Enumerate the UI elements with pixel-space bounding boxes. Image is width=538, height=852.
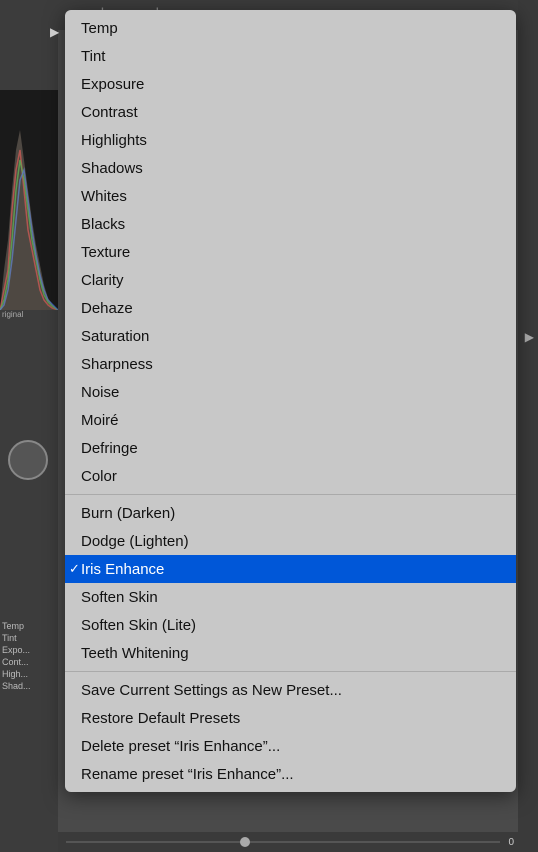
menu-item-whites[interactable]: Whites [65,182,516,210]
menu-item-sharpness[interactable]: Sharpness [65,350,516,378]
menu-item-exposure[interactable]: Exposure [65,70,516,98]
menu-item-save-preset[interactable]: Save Current Settings as New Preset... [65,676,516,704]
menu-item-restore-defaults[interactable]: Restore Default Presets [65,704,516,732]
slider-value: 0 [508,837,514,848]
left-sidebar: riginal ▶ [0,0,58,852]
menu-section-adjustments: Temp Tint Exposure Contrast Highlights S… [65,10,516,494]
dropdown-menu: Temp Tint Exposure Contrast Highlights S… [65,10,516,792]
label-shadows: Shad... [2,680,58,692]
menu-item-color[interactable]: Color [65,462,516,490]
circle-tool-icon[interactable] [8,440,48,480]
menu-item-soften-skin-lite[interactable]: Soften Skin (Lite) [65,611,516,639]
label-temp: Temp [2,620,58,632]
menu-item-temp[interactable]: Temp [65,14,516,42]
menu-item-contrast[interactable]: Contrast [65,98,516,126]
menu-section-presets: Burn (Darken) Dodge (Lighten) ✓ Iris Enh… [65,494,516,671]
menu-item-iris-enhance[interactable]: ✓ Iris Enhance [65,555,516,583]
menu-item-highlights[interactable]: Highlights [65,126,516,154]
original-label: riginal [2,310,23,319]
menu-item-soften-skin[interactable]: Soften Skin [65,583,516,611]
bottom-slider-bar: 0 [58,832,518,852]
menu-item-burn-darken[interactable]: Burn (Darken) [65,499,516,527]
menu-item-texture[interactable]: Texture [65,238,516,266]
menu-item-shadows[interactable]: Shadows [65,154,516,182]
sidebar-arrow: ▶ [50,25,66,41]
menu-section-preset-management: Save Current Settings as New Preset... R… [65,671,516,792]
menu-item-teeth-whitening[interactable]: Teeth Whitening [65,639,516,667]
menu-item-clarity[interactable]: Clarity [65,266,516,294]
menu-item-tint[interactable]: Tint [65,42,516,70]
slider-thumb[interactable] [240,837,250,847]
label-exposure: Expo... [2,644,58,656]
histogram [0,90,58,310]
checkmark-icon: ✓ [69,561,80,577]
menu-item-delete-preset[interactable]: Delete preset “Iris Enhance”... [65,732,516,760]
right-arrow-icon[interactable]: ▶ [525,330,534,344]
menu-item-blacks[interactable]: Blacks [65,210,516,238]
label-tint: Tint [2,632,58,644]
menu-item-rename-preset[interactable]: Rename preset “Iris Enhance”... [65,760,516,788]
menu-item-saturation[interactable]: Saturation [65,322,516,350]
menu-item-moire[interactable]: Moiré [65,406,516,434]
sidebar-text-labels: Temp Tint Expo... Cont... High... Shad..… [0,620,58,692]
label-highlights: High... [2,668,58,680]
right-panel: ▶ [518,0,538,852]
label-contrast: Cont... [2,656,58,668]
menu-item-noise[interactable]: Noise [65,378,516,406]
menu-item-dehaze[interactable]: Dehaze [65,294,516,322]
menu-item-defringe[interactable]: Defringe [65,434,516,462]
menu-item-dodge-lighten[interactable]: Dodge (Lighten) [65,527,516,555]
